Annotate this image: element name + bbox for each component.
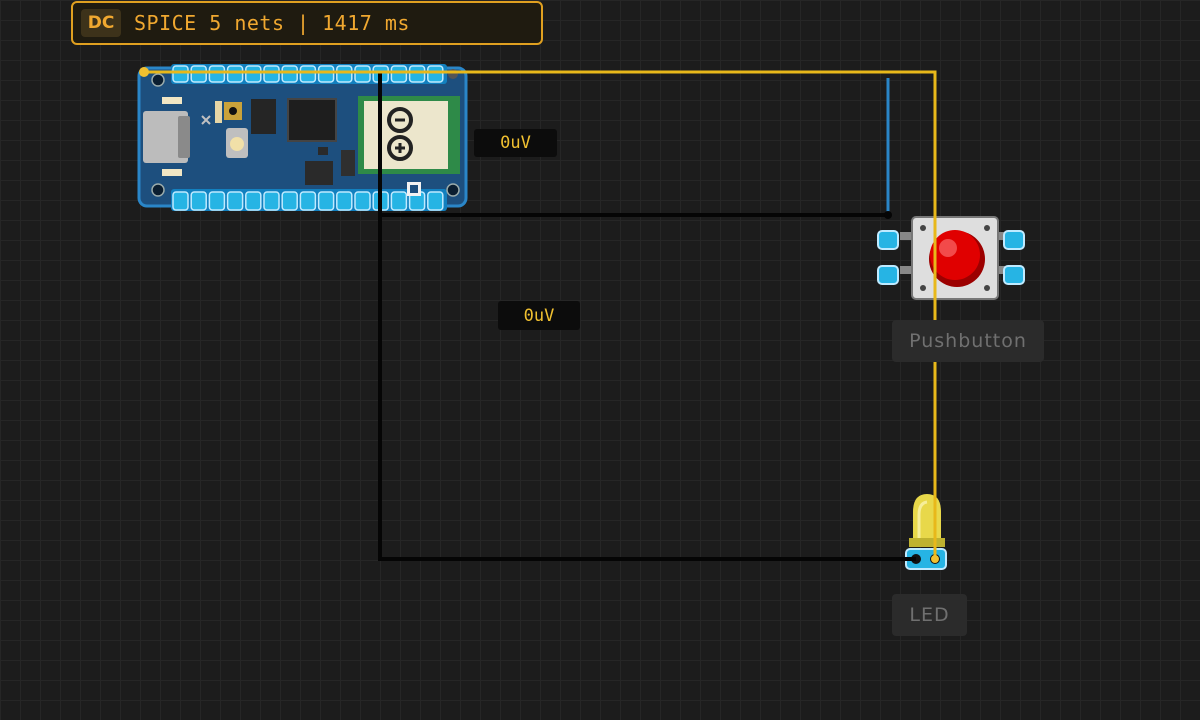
header-pin[interactable] (172, 65, 189, 83)
wire-endpoint[interactable] (931, 555, 939, 563)
mount-hole (151, 73, 165, 87)
pin-pad[interactable] (1003, 230, 1025, 250)
header-pin[interactable] (226, 65, 244, 83)
header-pin[interactable] (245, 65, 262, 83)
mount-hole (151, 183, 165, 197)
wire-endpoint[interactable] (139, 67, 149, 77)
top-pin-header[interactable] (171, 64, 447, 84)
wire-black-led[interactable] (378, 215, 916, 561)
bottom-pin-header[interactable] (171, 189, 447, 211)
header-pin[interactable] (317, 191, 335, 211)
header-pin[interactable] (299, 65, 317, 83)
header-pin[interactable] (281, 191, 298, 211)
header-pin[interactable] (427, 65, 444, 83)
header-pin[interactable] (354, 191, 371, 211)
arduino-board[interactable] (137, 64, 468, 211)
header-pin[interactable] (336, 65, 353, 83)
header-pin[interactable] (263, 191, 280, 211)
dc-mode-badge[interactable]: DC (81, 9, 121, 37)
led-label: LED (892, 594, 967, 636)
header-pin[interactable] (317, 65, 335, 83)
chip (251, 99, 276, 134)
header-pin[interactable] (427, 191, 444, 211)
pushbutton[interactable] (877, 216, 1025, 300)
header-pin[interactable] (299, 191, 317, 211)
pushbutton-label: Pushbutton (892, 320, 1044, 362)
voltage-probe-label: 0uV (474, 129, 557, 157)
header-pin[interactable] (336, 191, 353, 211)
header-pin[interactable] (354, 65, 371, 83)
header-pin[interactable] (190, 65, 207, 83)
header-pin[interactable] (208, 65, 226, 83)
header-pin[interactable] (263, 65, 280, 83)
simulation-status-bar: DC SPICE 5 nets | 1417 ms (71, 1, 543, 45)
header-pin[interactable] (172, 191, 189, 211)
header-pin[interactable] (190, 191, 207, 211)
mcu-chip (287, 98, 337, 142)
header-pin[interactable] (281, 65, 298, 83)
pin-pad[interactable] (1003, 265, 1025, 285)
chip (305, 161, 333, 185)
pin-pad[interactable] (877, 230, 899, 250)
header-pin[interactable] (408, 65, 426, 83)
mount-hole (446, 183, 460, 197)
header-pin[interactable] (390, 191, 408, 211)
wire-junction (884, 211, 892, 219)
voltage-probe-label: 0uV (498, 301, 580, 330)
header-pin[interactable] (390, 65, 408, 83)
header-pin[interactable] (226, 191, 244, 211)
header-pin[interactable] (208, 191, 226, 211)
simulation-status-text: SPICE 5 nets | 1417 ms (134, 11, 410, 35)
pin-pad[interactable] (877, 265, 899, 285)
header-pin[interactable] (245, 191, 262, 211)
